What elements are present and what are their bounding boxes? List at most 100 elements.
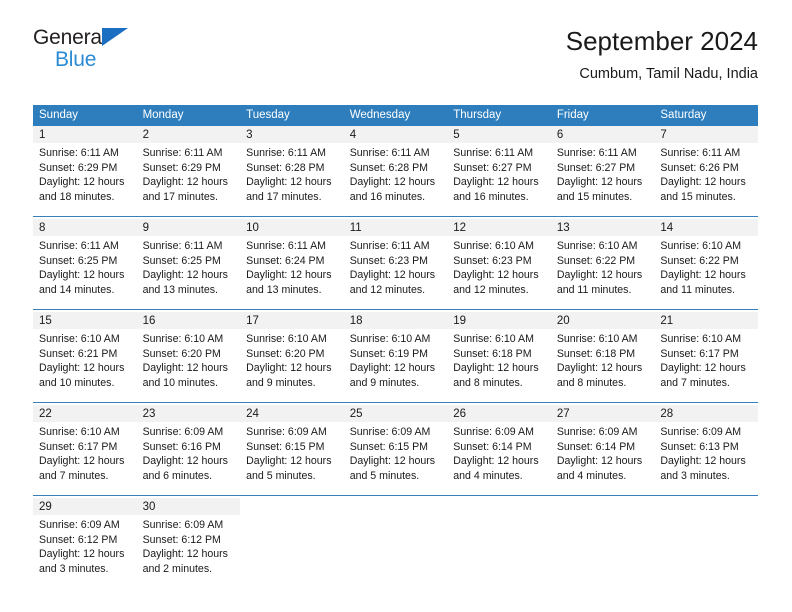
day-details: Sunrise: 6:11 AM Sunset: 6:29 PM Daylight:… [33, 143, 137, 204]
day-number: 16 [136, 312, 241, 329]
day-cell[interactable]: 28 Sunrise: 6:09 AM Sunset: 6:13 PM Dayligh… [654, 405, 758, 495]
day-number: 25 [343, 405, 448, 422]
day-cell[interactable]: 2 Sunrise: 6:11 AM Sunset: 6:29 PM Daylight… [136, 126, 241, 216]
day-cell[interactable]: 20 Sunrise: 6:10 AM Sunset: 6:18 PM Dayligh… [550, 312, 655, 402]
daylight-text-line1: Daylight: 12 hours [142, 269, 228, 282]
day-cell[interactable]: 10 Sunrise: 6:11 AM Sunset: 6:24 PM Dayligh… [240, 219, 344, 309]
day-cell[interactable]: 12 Sunrise: 6:10 AM Sunset: 6:23 PM Dayligh… [447, 219, 551, 309]
daylight-text-line2: and 9 minutes. [349, 376, 420, 389]
calendar-cell: 4 Sunrise: 6:11 AM Sunset: 6:28 PM Daylight… [343, 126, 448, 217]
daylight-text-line2: and 11 minutes. [660, 283, 735, 296]
day-details: Sunrise: 6:09 AM Sunset: 6:14 PM Daylight:… [551, 422, 655, 483]
calendar-cell: 3 Sunrise: 6:11 AM Sunset: 6:28 PM Daylight… [240, 126, 344, 217]
day-cell[interactable]: 7 Sunrise: 6:11 AM Sunset: 6:26 PM Daylight… [654, 126, 758, 216]
day-cell[interactable]: 18 Sunrise: 6:10 AM Sunset: 6:19 PM Dayligh… [343, 312, 448, 402]
sunrise-text: Sunrise: 6:10 AM [39, 333, 120, 345]
daylight-text-line1: Daylight: 12 hours [349, 362, 436, 375]
day-number: 17 [240, 312, 344, 329]
sunset-text: Sunset: 6:24 PM [246, 254, 325, 267]
weekday-header-tuesday: Tuesday [240, 105, 344, 126]
daylight-text-line2: and 7 minutes. [39, 469, 109, 482]
day-cell[interactable]: 21 Sunrise: 6:10 AM Sunset: 6:17 PM Dayligh… [654, 312, 758, 402]
daylight-text-line1: Daylight: 12 hours [453, 176, 539, 189]
daylight-text-line2: and 5 minutes. [246, 469, 316, 482]
day-details: Sunrise: 6:11 AM Sunset: 6:25 PM Daylight:… [33, 236, 137, 297]
daylight-text-line2: and 15 minutes. [660, 190, 736, 203]
day-details: Sunrise: 6:09 AM Sunset: 6:13 PM Daylight:… [654, 422, 758, 483]
day-cell[interactable]: 16 Sunrise: 6:10 AM Sunset: 6:20 PM Dayligh… [136, 312, 241, 402]
weekday-header-friday: Friday [550, 105, 655, 126]
day-details: Sunrise: 6:11 AM Sunset: 6:27 PM Daylight:… [447, 143, 551, 204]
daylight-text-line1: Daylight: 12 hours [660, 455, 746, 468]
sunset-text: Sunset: 6:16 PM [142, 440, 221, 453]
daylight-text-line2: and 14 minutes. [39, 283, 115, 296]
day-number: 11 [343, 219, 448, 236]
daylight-text-line1: Daylight: 12 hours [246, 176, 332, 189]
calendar-cell: 6 Sunrise: 6:11 AM Sunset: 6:27 PM Daylight… [550, 126, 655, 217]
daylight-text-line2: and 15 minutes. [556, 190, 633, 203]
day-cell[interactable]: 19 Sunrise: 6:10 AM Sunset: 6:18 PM Dayligh… [447, 312, 551, 402]
brand-name-blue: Blue [55, 48, 97, 71]
calendar-cell: 1 Sunrise: 6:11 AM Sunset: 6:29 PM Daylight… [33, 126, 137, 217]
day-cell[interactable]: 17 Sunrise: 6:10 AM Sunset: 6:20 PM Dayligh… [240, 312, 344, 402]
day-cell[interactable]: 15 Sunrise: 6:10 AM Sunset: 6:21 PM Dayligh… [33, 312, 137, 402]
sunset-text: Sunset: 6:27 PM [556, 161, 636, 174]
daylight-text-line1: Daylight: 12 hours [349, 269, 436, 282]
day-cell[interactable]: 23 Sunrise: 6:09 AM Sunset: 6:16 PM Dayligh… [136, 405, 241, 495]
day-cell[interactable]: 5 Sunrise: 6:11 AM Sunset: 6:27 PM Daylight… [447, 126, 551, 216]
calendar-cell: 26 Sunrise: 6:09 AM Sunset: 6:14 PM Dayligh… [447, 405, 551, 496]
calendar-cell: 22 Sunrise: 6:10 AM Sunset: 6:17 PM Dayligh… [33, 405, 137, 496]
daylight-text-line2: and 16 minutes. [453, 190, 529, 203]
calendar-cell [240, 498, 344, 588]
sunrise-text: Sunrise: 6:09 AM [142, 426, 224, 438]
sunset-text: Sunset: 6:17 PM [660, 347, 739, 360]
daylight-text-line2: and 4 minutes. [556, 469, 627, 482]
day-number: 3 [240, 126, 344, 143]
day-details: Sunrise: 6:10 AM Sunset: 6:17 PM Daylight:… [33, 422, 137, 483]
day-cell[interactable]: 25 Sunrise: 6:09 AM Sunset: 6:15 PM Dayligh… [343, 405, 448, 495]
day-cell[interactable]: 29 Sunrise: 6:09 AM Sunset: 6:12 PM Dayligh… [33, 498, 137, 588]
calendar-cell: 16 Sunrise: 6:10 AM Sunset: 6:20 PM Dayligh… [136, 312, 241, 403]
day-number [240, 498, 344, 515]
calendar-cell: 24 Sunrise: 6:09 AM Sunset: 6:15 PM Dayligh… [240, 405, 344, 496]
day-details: Sunrise: 6:11 AM Sunset: 6:28 PM Daylight:… [344, 143, 448, 204]
daylight-text-line2: and 12 minutes. [453, 283, 529, 296]
sunrise-text: Sunrise: 6:11 AM [142, 147, 223, 159]
daylight-text-line2: and 11 minutes. [556, 283, 632, 296]
day-cell[interactable]: 14 Sunrise: 6:10 AM Sunset: 6:22 PM Dayligh… [654, 219, 758, 309]
day-cell[interactable]: 11 Sunrise: 6:11 AM Sunset: 6:23 PM Dayligh… [343, 219, 448, 309]
day-cell[interactable]: 8 Sunrise: 6:11 AM Sunset: 6:25 PM Daylight… [33, 219, 137, 309]
day-cell[interactable]: 30 Sunrise: 6:09 AM Sunset: 6:12 PM Dayligh… [136, 498, 241, 588]
day-number: 7 [654, 126, 758, 143]
day-number: 24 [240, 405, 344, 422]
daylight-text-line1: Daylight: 12 hours [660, 269, 746, 282]
day-cell[interactable]: 9 Sunrise: 6:11 AM Sunset: 6:25 PM Daylight… [136, 219, 241, 309]
calendar-cell: 15 Sunrise: 6:10 AM Sunset: 6:21 PM Dayligh… [33, 312, 137, 403]
day-cell[interactable]: 3 Sunrise: 6:11 AM Sunset: 6:28 PM Daylight… [240, 126, 344, 216]
day-details: Sunrise: 6:09 AM Sunset: 6:15 PM Daylight:… [344, 422, 448, 483]
calendar-cell: 30 Sunrise: 6:09 AM Sunset: 6:12 PM Dayligh… [136, 498, 241, 588]
day-number: 13 [550, 219, 655, 236]
day-cell[interactable]: 22 Sunrise: 6:10 AM Sunset: 6:17 PM Dayligh… [33, 405, 137, 495]
calendar-cell: 17 Sunrise: 6:10 AM Sunset: 6:20 PM Dayligh… [240, 312, 344, 403]
daylight-text-line2: and 3 minutes. [39, 562, 109, 575]
calendar-cell: 23 Sunrise: 6:09 AM Sunset: 6:16 PM Dayligh… [136, 405, 241, 496]
calendar-cell: 18 Sunrise: 6:10 AM Sunset: 6:19 PM Dayligh… [343, 312, 448, 403]
day-number: 28 [654, 405, 758, 422]
day-cell[interactable]: 4 Sunrise: 6:11 AM Sunset: 6:28 PM Daylight… [343, 126, 448, 216]
day-cell[interactable]: 24 Sunrise: 6:09 AM Sunset: 6:15 PM Dayligh… [240, 405, 344, 495]
day-number: 10 [240, 219, 344, 236]
day-cell[interactable]: 6 Sunrise: 6:11 AM Sunset: 6:27 PM Daylight… [550, 126, 655, 216]
daylight-text-line1: Daylight: 12 hours [453, 269, 539, 282]
sunset-text: Sunset: 6:17 PM [39, 440, 118, 453]
day-number: 9 [136, 219, 241, 236]
day-cell[interactable]: 13 Sunrise: 6:10 AM Sunset: 6:22 PM Dayligh… [550, 219, 655, 309]
day-cell-empty [447, 498, 551, 588]
day-cell[interactable]: 26 Sunrise: 6:09 AM Sunset: 6:14 PM Dayligh… [447, 405, 551, 495]
day-cell[interactable]: 27 Sunrise: 6:09 AM Sunset: 6:14 PM Dayligh… [550, 405, 655, 495]
day-cell[interactable]: 1 Sunrise: 6:11 AM Sunset: 6:29 PM Daylight… [33, 126, 137, 216]
sunset-text: Sunset: 6:15 PM [349, 440, 429, 453]
daylight-text-line1: Daylight: 12 hours [349, 176, 436, 189]
weekday-header-wednesday: Wednesday [343, 105, 448, 126]
day-cell-empty [240, 498, 344, 588]
